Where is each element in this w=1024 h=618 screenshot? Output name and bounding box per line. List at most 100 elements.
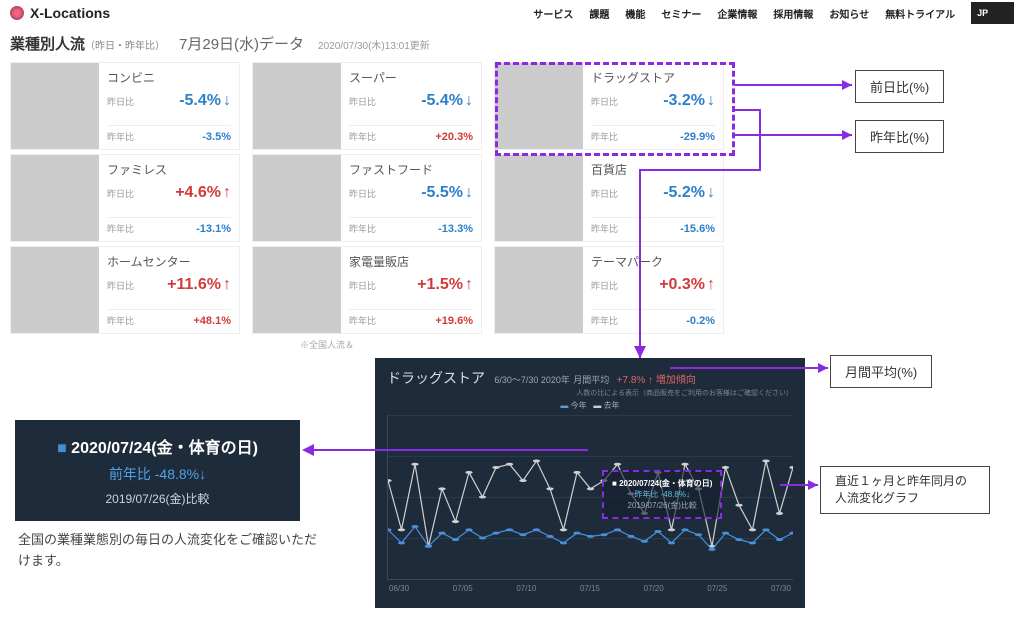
category-thumb — [253, 155, 341, 241]
yoy-value: -15.6% — [680, 223, 715, 235]
yoy-value: +48.1% — [193, 315, 231, 327]
nav-item[interactable]: 企業情報 — [717, 6, 757, 21]
category-name: ファストフード — [349, 161, 473, 178]
dod-value: +1.5% — [417, 276, 473, 294]
category-card[interactable]: 百貨店昨日比-5.2% 昨年比-15.6% — [494, 154, 724, 242]
trend-arrow-icon — [465, 92, 473, 110]
dod-label: 昨日比 — [349, 95, 376, 108]
yoy-value: -0.2% — [686, 315, 715, 327]
category-thumb — [495, 247, 583, 333]
nav-item[interactable]: お知らせ — [829, 6, 869, 21]
dod-label: 昨日比 — [591, 279, 618, 292]
callout-mavg: 月間平均(%) — [830, 355, 932, 388]
category-card[interactable]: コンビニ昨日比-5.4% 昨年比-3.5% — [10, 62, 240, 150]
category-card[interactable]: スーパー昨日比-5.4% 昨年比+20.3% — [252, 62, 482, 150]
chart-title: ドラッグストア — [387, 368, 485, 388]
chart-plot-area[interactable]: ■ 2020/07/24(金・体育の日) 昨年比 -48.8%↓ 2019/07… — [387, 415, 793, 580]
nav-item[interactable]: 課題 — [589, 6, 609, 21]
yoy-label: 昨年比 — [107, 130, 134, 143]
trend-arrow-icon — [465, 276, 473, 294]
chart-tooltip: ■ 2020/07/24(金・体育の日) 昨年比 -48.8%↓ 2019/07… — [602, 470, 722, 519]
nav-item[interactable]: 採用情報 — [773, 6, 813, 21]
category-card[interactable]: ホームセンター昨日比+11.6% 昨年比+48.1% — [10, 246, 240, 334]
tooltip-enlarged: 2020/07/24(金・体育の日) 前年比 -48.8%↓ 2019/07/2… — [15, 420, 300, 521]
trend-arrow-icon — [223, 92, 231, 110]
dod-label: 昨日比 — [107, 279, 134, 292]
category-name: テーマパーク — [591, 253, 715, 270]
top-nav: サービス 課題 機能 セミナー 企業情報 採用情報 お知らせ 無料トライアル J… — [533, 2, 1014, 24]
chart-xaxis: 06/3007/0507/1007/1507/2007/2507/30 — [387, 584, 793, 593]
dod-value: +0.3% — [659, 276, 715, 294]
category-card[interactable]: ドラッグストア昨日比-3.2% 昨年比-29.9% — [494, 62, 724, 150]
category-name: 家電量販店 — [349, 253, 473, 270]
nav-item[interactable]: 機能 — [625, 6, 645, 21]
yoy-value: -13.3% — [438, 223, 473, 235]
dod-label: 昨日比 — [107, 95, 134, 108]
dod-label: 昨日比 — [349, 187, 376, 200]
yoy-label: 昨年比 — [107, 222, 134, 235]
chart-disclaimer: 人数の比による表示（商品販売をご利用のお客様はご確認ください） — [387, 388, 793, 398]
category-thumb — [495, 63, 583, 149]
dod-value: -5.5% — [421, 184, 473, 202]
nav-item[interactable]: セミナー — [661, 6, 701, 21]
category-name: ドラッグストア — [591, 69, 715, 86]
yoy-value: -3.5% — [202, 131, 231, 143]
page-subheader: 業種別人流（昨日・昨年比） 7月29日(水)データ 2020/07/30(木)1… — [0, 27, 1024, 62]
category-thumb — [11, 155, 99, 241]
dod-value: -5.2% — [663, 184, 715, 202]
category-card[interactable]: テーマパーク昨日比 +0.3% 昨年比 -0.2% — [494, 246, 724, 334]
yoy-label: 昨年比 — [591, 130, 618, 143]
brand-logo[interactable]: X-Locations — [10, 5, 110, 21]
yoy-label: 昨年比 — [107, 314, 134, 327]
category-card[interactable]: 家電量販店昨日比+1.5% 昨年比+19.6% — [252, 246, 482, 334]
yoy-value: +20.3% — [435, 131, 473, 143]
dod-value: -5.4% — [179, 92, 231, 110]
lang-switch[interactable]: JP | EN — [971, 2, 1014, 24]
xaxis-tick: 07/25 — [707, 584, 727, 593]
xaxis-tick: 06/30 — [389, 584, 409, 593]
dod-label: 昨日比 — [107, 187, 134, 200]
xaxis-tick: 07/20 — [644, 584, 664, 593]
nav-item[interactable]: サービス — [533, 6, 573, 21]
brand-name: X-Locations — [30, 5, 110, 21]
footnote: ※全国人流＆ — [0, 338, 1024, 351]
updated-at: 2020/07/30(木)13:01更新 — [318, 37, 430, 52]
dod-value: +4.6% — [175, 184, 231, 202]
category-name: スーパー — [349, 69, 473, 86]
nav-item[interactable]: 無料トライアル — [885, 6, 955, 21]
category-thumb — [11, 247, 99, 333]
yoy-value: -13.1% — [196, 223, 231, 235]
yoy-label: 昨年比 — [349, 130, 376, 143]
data-date: 7月29日(水)データ — [179, 33, 304, 54]
callout-yoy: 昨年比(%) — [855, 120, 944, 153]
callout-dod: 前日比(%) — [855, 70, 944, 103]
yoy-label: 昨年比 — [349, 314, 376, 327]
page-title: 業種別人流（昨日・昨年比） — [10, 33, 165, 54]
chart-panel: ドラッグストア 6/30〜7/30 2020年 月間平均 +7.8% ↑ 増加傾… — [375, 358, 805, 608]
chart-legend: 今年 去年 — [387, 400, 793, 411]
category-thumb — [495, 155, 583, 241]
trend-arrow-icon — [465, 184, 473, 202]
logo-icon — [10, 6, 24, 20]
chart-series-line — [388, 461, 793, 546]
xaxis-tick: 07/15 — [580, 584, 600, 593]
trend-arrow-icon — [707, 92, 715, 110]
xaxis-tick: 07/30 — [771, 584, 791, 593]
category-name: 百貨店 — [591, 161, 715, 178]
dod-label: 昨日比 — [349, 279, 376, 292]
chart-series-line — [388, 527, 793, 550]
category-card[interactable]: ファミレス昨日比+4.6% 昨年比-13.1% — [10, 154, 240, 242]
yoy-label: 昨年比 — [349, 222, 376, 235]
description-text: 全国の業種業態別の毎日の人流変化をご確認いただけます。 — [18, 530, 318, 572]
xaxis-tick: 07/05 — [453, 584, 473, 593]
category-thumb — [11, 63, 99, 149]
callout-graph: 直近１ヶ月と昨年同月の人流変化グラフ — [820, 466, 990, 514]
dod-value: -3.2% — [663, 92, 715, 110]
category-thumb — [253, 247, 341, 333]
category-thumb — [253, 63, 341, 149]
category-card[interactable]: ファストフード昨日比 -5.5% 昨年比 -13.3% — [252, 154, 482, 242]
dod-value: +11.6% — [167, 276, 231, 294]
trend-arrow-icon — [223, 184, 231, 202]
chart-range: 6/30〜7/30 2020年 — [494, 375, 570, 385]
yoy-label: 昨年比 — [591, 314, 618, 327]
